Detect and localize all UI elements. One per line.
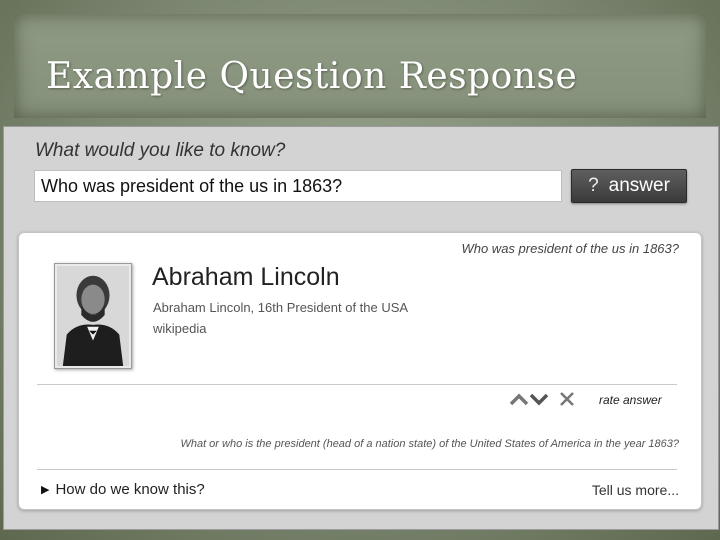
- slide-title: Example Question Response: [46, 56, 578, 97]
- rate-controls: [509, 391, 575, 407]
- prompt-label: What would you like to know?: [35, 140, 286, 161]
- query-input[interactable]: [34, 170, 562, 202]
- how-do-we-know-label: How do we know this?: [55, 481, 205, 498]
- how-do-we-know-link[interactable]: ▶ How do we know this?: [41, 481, 205, 498]
- qa-app-screenshot: What would you like to know? ? answer Wh…: [3, 126, 719, 530]
- tell-us-more-link[interactable]: Tell us more...: [592, 482, 679, 498]
- answer-button[interactable]: ? answer: [571, 169, 687, 203]
- thumbs-up-chevron-icon[interactable]: [509, 391, 529, 407]
- rate-answer-label[interactable]: rate answer: [599, 393, 662, 407]
- thumbs-down-chevron-icon[interactable]: [529, 391, 549, 407]
- divider: [37, 469, 677, 470]
- close-icon[interactable]: [559, 391, 575, 407]
- echo-query: Who was president of the us in 1863?: [461, 241, 679, 256]
- answer-title[interactable]: Abraham Lincoln: [152, 263, 340, 292]
- expand-triangle-icon: ▶: [41, 484, 50, 496]
- answer-source[interactable]: wikipedia: [153, 321, 206, 336]
- query-interpretation: What or who is the president (head of a …: [180, 438, 679, 450]
- answer-button-label: answer: [608, 175, 670, 196]
- divider: [37, 384, 677, 385]
- lincoln-portrait: [54, 263, 132, 369]
- answer-description: Abraham Lincoln, 16th President of the U…: [153, 300, 409, 315]
- question-mark-icon: ?: [588, 175, 599, 196]
- result-card: Who was president of the us in 1863? Abr…: [18, 232, 702, 510]
